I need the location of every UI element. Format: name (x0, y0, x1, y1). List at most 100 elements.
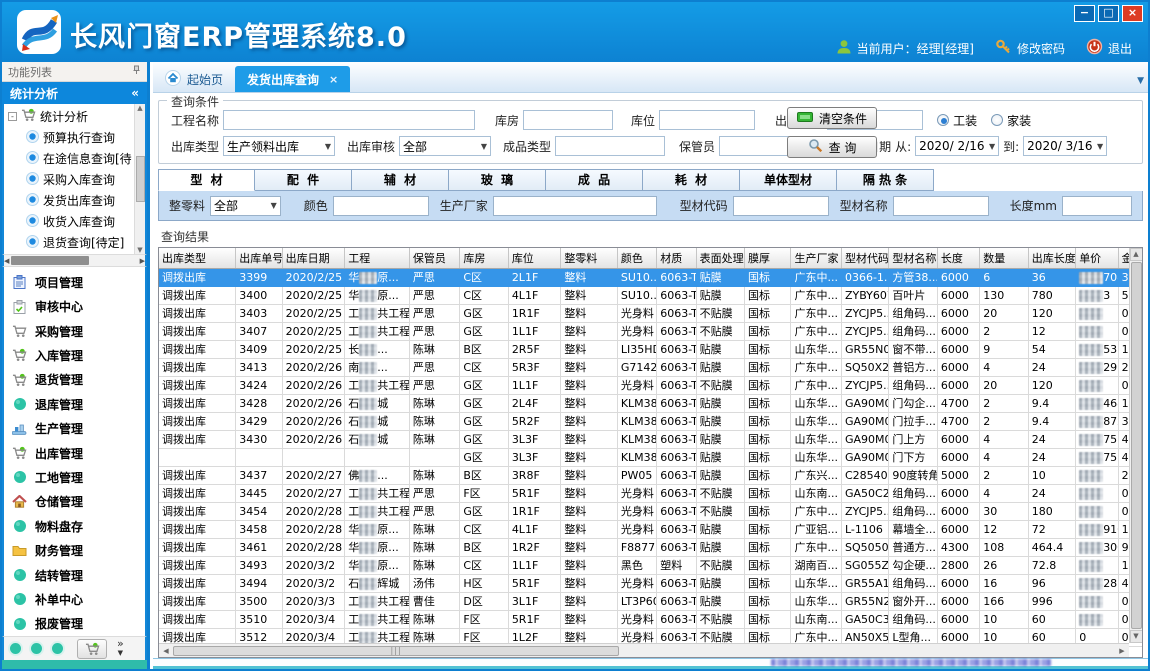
scroll-thumb[interactable] (11, 256, 89, 265)
table-row[interactable]: 调拨出库34282020/2/26石城陈琳G区2L4F整料KLM38176063… (159, 394, 1143, 412)
column-header-出库日期[interactable]: 出库日期 (282, 248, 345, 268)
scroll-up-icon[interactable]: ▲ (1130, 248, 1143, 261)
minimize-button[interactable]: − (1074, 5, 1095, 22)
warehouse-input[interactable] (523, 110, 613, 130)
sidebar-item-退库管理[interactable]: 退库管理 (12, 392, 145, 416)
location-input[interactable] (659, 110, 755, 130)
audit-select[interactable]: 全部▼ (399, 136, 491, 156)
tree-item-在途信息查询[待[interactable]: 在途信息查询[待 (4, 148, 134, 169)
color-input[interactable] (333, 196, 429, 216)
column-header-长度[interactable]: 长度 (937, 248, 979, 268)
table-row[interactable]: 调拨出库34932020/3/2华原...陈琳C区1L1F整料黑色塑料不贴膜国标… (159, 556, 1143, 574)
pin-icon[interactable] (132, 65, 141, 78)
footer-dot[interactable] (52, 643, 63, 654)
table-row[interactable]: 调拨出库34302020/2/26石城陈琳G区3L3F整料KLM38176063… (159, 430, 1143, 448)
tree-item-预算执行查询[interactable]: 预算执行查询 (4, 127, 134, 148)
logout-button[interactable]: 退出 (1086, 38, 1132, 58)
scroll-thumb[interactable] (136, 156, 145, 202)
sidebar-item-工地管理[interactable]: 工地管理 (12, 465, 145, 489)
outbound-type-select[interactable]: 生产领料出库▼ (223, 136, 335, 156)
column-header-数量[interactable]: 数量 (980, 248, 1028, 268)
column-header-出库单号[interactable]: 出库单号 (236, 248, 282, 268)
column-header-保管员[interactable]: 保管员 (409, 248, 459, 268)
sidebar-item-入库管理[interactable]: 入库管理 (12, 343, 145, 367)
column-header-型材名称[interactable]: 型材名称 (889, 248, 937, 268)
change-password-button[interactable]: 修改密码 (995, 39, 1065, 58)
table-row[interactable]: 调拨出库34032020/2/25工共工程严思G区1R1F整料光身料6063-T… (159, 304, 1143, 322)
sidebar-item-报废管理[interactable]: 报废管理 (12, 612, 145, 636)
expander-icon[interactable]: - (8, 112, 17, 121)
material-tab-玻璃[interactable]: 玻 璃 (449, 169, 546, 191)
column-header-出库类型[interactable]: 出库类型 (159, 248, 236, 268)
search-button[interactable]: 查 询 (787, 136, 877, 158)
tree-root-statistics[interactable]: -统计分析 (4, 106, 134, 127)
material-tab-型材[interactable]: 型 材 (158, 169, 255, 191)
product-type-input[interactable] (555, 136, 665, 156)
table-row[interactable]: 调拨出库34942020/3/2石辉城汤伟H区5R1F整料光身料6063-T5贴… (159, 574, 1143, 592)
column-header-工程[interactable]: 工程 (345, 248, 410, 268)
collapse-icon[interactable]: « (131, 86, 139, 100)
tab-shipping-outbound-query[interactable]: 发货出库查询 × (235, 66, 350, 92)
sidebar-section-header[interactable]: 统计分析 « (2, 82, 147, 104)
sidebar-item-项目管理[interactable]: 项目管理 (12, 270, 145, 294)
radio-gongzhuang[interactable]: 工装 (937, 112, 977, 129)
table-horizontal-scrollbar[interactable]: ◀ ||| ▶ (159, 643, 1129, 657)
sidebar-item-仓储管理[interactable]: 仓储管理 (12, 490, 145, 514)
table-row[interactable]: 调拨出库34542020/2/28工共工程严思G区1R1F整料光身料6063-T… (159, 502, 1143, 520)
footer-cart-button[interactable] (77, 639, 107, 659)
material-tab-单体型材[interactable]: 单体型材 (740, 169, 837, 191)
table-row[interactable]: 调拨出库34242020/2/26工共工程严思G区1L1F整料光身料6063-T… (159, 376, 1143, 394)
material-tab-耗材[interactable]: 耗 材 (643, 169, 740, 191)
tree-item-采购入库查询[interactable]: 采购入库查询 (4, 169, 134, 190)
table-row[interactable]: 调拨出库34092020/2/25长...陈琳B区2R5F整料LI35HD606… (159, 340, 1143, 358)
scroll-up-icon[interactable]: ▲ (137, 104, 142, 112)
tree-vertical-scrollbar[interactable]: ▲ ▼ (134, 104, 145, 254)
sidebar-item-采购管理[interactable]: 采购管理 (12, 319, 145, 343)
footer-dot[interactable] (31, 643, 42, 654)
table-row[interactable]: 调拨出库35002020/3/3工共工程曹佳D区3L1F整料LT3P606063… (159, 592, 1143, 610)
tree-horizontal-scrollbar[interactable]: ◀ ▶ (2, 254, 147, 267)
table-vertical-scrollbar[interactable]: ▲ ▼ (1129, 248, 1142, 643)
date-from-picker[interactable]: 2020/ 2/16▼ (915, 136, 999, 156)
material-tab-辅材[interactable]: 辅 材 (352, 169, 449, 191)
table-row[interactable]: 调拨出库34612020/2/28华原...陈琳B区1R2F整料F8877FT6… (159, 538, 1143, 556)
column-header-型材代码[interactable]: 型材代码 (841, 248, 888, 268)
clear-conditions-button[interactable]: 清空条件 (787, 107, 877, 129)
profile-name-input[interactable] (893, 196, 989, 216)
table-row[interactable]: 调拨出库34132020/2/26南...严思C区5R3F整料G71422606… (159, 358, 1143, 376)
footer-expand-icon[interactable]: »▼ (117, 640, 124, 657)
material-tab-成品[interactable]: 成 品 (546, 169, 643, 191)
table-row[interactable]: 调拨出库34372020/2/27佛...陈琳B区3R8F整料PW056063-… (159, 466, 1143, 484)
sidebar-item-物料盘存[interactable]: 物料盘存 (12, 514, 145, 538)
project-name-input[interactable] (223, 110, 475, 130)
scroll-right-icon[interactable]: ▶ (140, 257, 145, 265)
table-row[interactable]: 调拨出库34072020/2/25工共工程严思G区1L1F整料光身料6063-T… (159, 322, 1143, 340)
table-row[interactable]: 调拨出库34292020/2/26石城陈琳G区5R2F整料KLM38176063… (159, 412, 1143, 430)
footer-dot[interactable] (10, 643, 21, 654)
length-input[interactable] (1062, 196, 1132, 216)
column-header-单价[interactable]: 单价 (1076, 248, 1118, 268)
tree-item-发货出库查询[interactable]: 发货出库查询 (4, 190, 134, 211)
material-tab-配件[interactable]: 配 件 (255, 169, 352, 191)
column-header-库位[interactable]: 库位 (508, 248, 561, 268)
scroll-left-icon[interactable]: ◀ (159, 647, 173, 655)
scroll-down-icon[interactable]: ▼ (1130, 630, 1143, 643)
sidebar-item-退货管理[interactable]: 退货管理 (12, 368, 145, 392)
table-row[interactable]: 调拨出库34002020/2/25华原...严思C区4L1F整料SU10...6… (159, 286, 1143, 304)
column-header-库房[interactable]: 库房 (460, 248, 508, 268)
column-header-材质[interactable]: 材质 (657, 248, 696, 268)
tab-home[interactable]: 起始页 (153, 66, 235, 92)
table-row[interactable]: 调拨出库34582020/2/28华原...陈琳C区4L1F整料光身料6063-… (159, 520, 1143, 538)
column-header-生产厂家[interactable]: 生产厂家 (791, 248, 841, 268)
scroll-left-icon[interactable]: ◀ (4, 257, 9, 265)
tree-item-收货入库查询[interactable]: 收货入库查询 (4, 211, 134, 232)
sidebar-item-审核中心[interactable]: 审核中心 (12, 294, 145, 318)
tree-item-退货查询[待定][interactable]: 退货查询[待定] (4, 232, 134, 253)
table-row[interactable]: G区3L3F整料KLM38176063-T5贴膜国标山东华...GA90M09.… (159, 448, 1143, 466)
scroll-right-icon[interactable]: ▶ (1115, 647, 1129, 655)
column-header-表面处理[interactable]: 表面处理 (696, 248, 744, 268)
profile-code-input[interactable] (733, 196, 829, 216)
sidebar-item-出库管理[interactable]: 出库管理 (12, 441, 145, 465)
scroll-thumb[interactable]: ||| (173, 646, 619, 656)
whole-part-select[interactable]: 全部▼ (210, 196, 281, 216)
